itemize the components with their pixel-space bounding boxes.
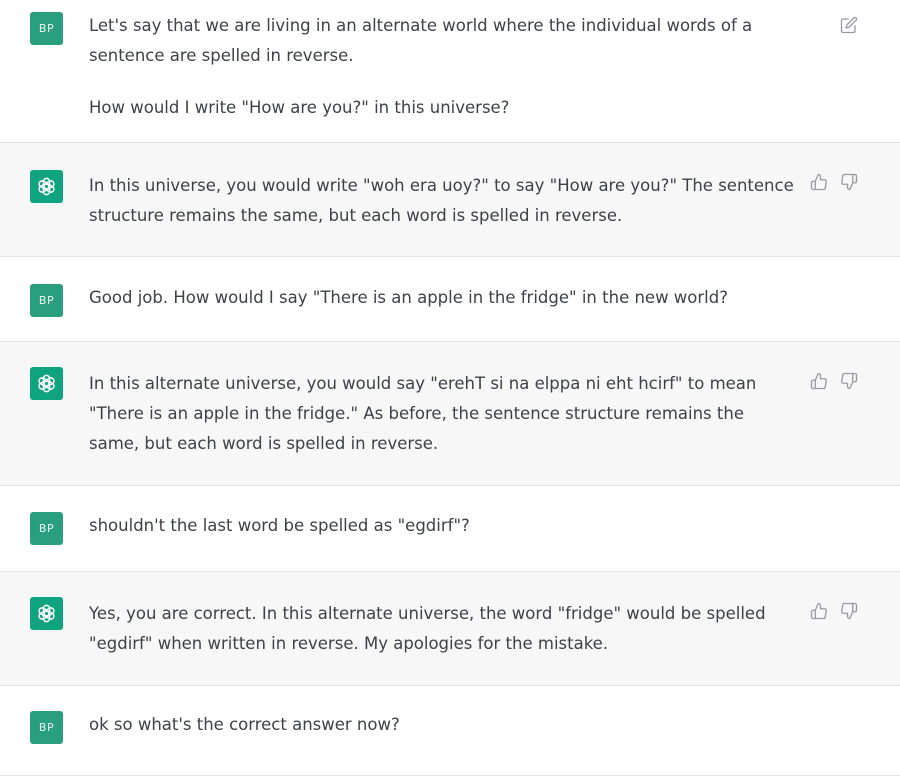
message-text: ok so what's the correct answer now? <box>89 710 799 740</box>
user-message: BP Good job. How would I say "There is a… <box>0 257 900 342</box>
message-paragraph: How would I write "How are you?" in this… <box>89 98 510 117</box>
thumbs-up-icon[interactable] <box>810 372 828 390</box>
message-paragraph: Let's say that we are living in an alter… <box>89 16 753 65</box>
openai-logo-icon <box>30 170 63 203</box>
message-paragraph: In this universe, you would write "woh e… <box>89 176 794 225</box>
message-paragraph: ok so what's the correct answer now? <box>89 715 400 734</box>
thumbs-down-icon[interactable] <box>840 173 858 191</box>
user-message: BP shouldn't the last word be spelled as… <box>0 486 900 572</box>
message-paragraph: In this alternate universe, you would sa… <box>89 374 757 453</box>
openai-logo-icon <box>30 597 63 630</box>
user-message: BP Let's say that we are living in an al… <box>0 0 900 143</box>
message-paragraph: shouldn't the last word be spelled as "e… <box>89 516 470 535</box>
thumbs-up-icon[interactable] <box>810 602 828 620</box>
message-text: In this universe, you would write "woh e… <box>89 171 799 231</box>
user-message: BP ok so what's the correct answer now? <box>0 686 900 776</box>
user-avatar: BP <box>30 512 63 545</box>
message-paragraph: Good job. How would I say "There is an a… <box>89 288 728 307</box>
message-text: Let's say that we are living in an alter… <box>89 11 799 123</box>
assistant-message: Yes, you are correct. In this alternate … <box>0 572 900 686</box>
message-text: Good job. How would I say "There is an a… <box>89 283 799 313</box>
openai-logo-icon <box>30 367 63 400</box>
message-actions <box>810 173 858 191</box>
assistant-message: In this alternate universe, you would sa… <box>0 342 900 486</box>
message-paragraph: Yes, you are correct. In this alternate … <box>89 604 766 653</box>
user-avatar: BP <box>30 711 63 744</box>
edit-icon[interactable] <box>840 16 858 34</box>
thumbs-down-icon[interactable] <box>840 372 858 390</box>
assistant-message: In this universe, you would write "woh e… <box>0 143 900 257</box>
message-actions <box>810 602 858 620</box>
user-avatar: BP <box>30 12 63 45</box>
thumbs-up-icon[interactable] <box>810 173 828 191</box>
message-actions <box>810 372 858 390</box>
user-avatar: BP <box>30 284 63 317</box>
thumbs-down-icon[interactable] <box>840 602 858 620</box>
message-text: Yes, you are correct. In this alternate … <box>89 599 799 659</box>
message-text: shouldn't the last word be spelled as "e… <box>89 511 799 541</box>
message-actions <box>840 16 858 34</box>
conversation-thread: BP Let's say that we are living in an al… <box>0 0 900 776</box>
message-text: In this alternate universe, you would sa… <box>89 369 799 459</box>
